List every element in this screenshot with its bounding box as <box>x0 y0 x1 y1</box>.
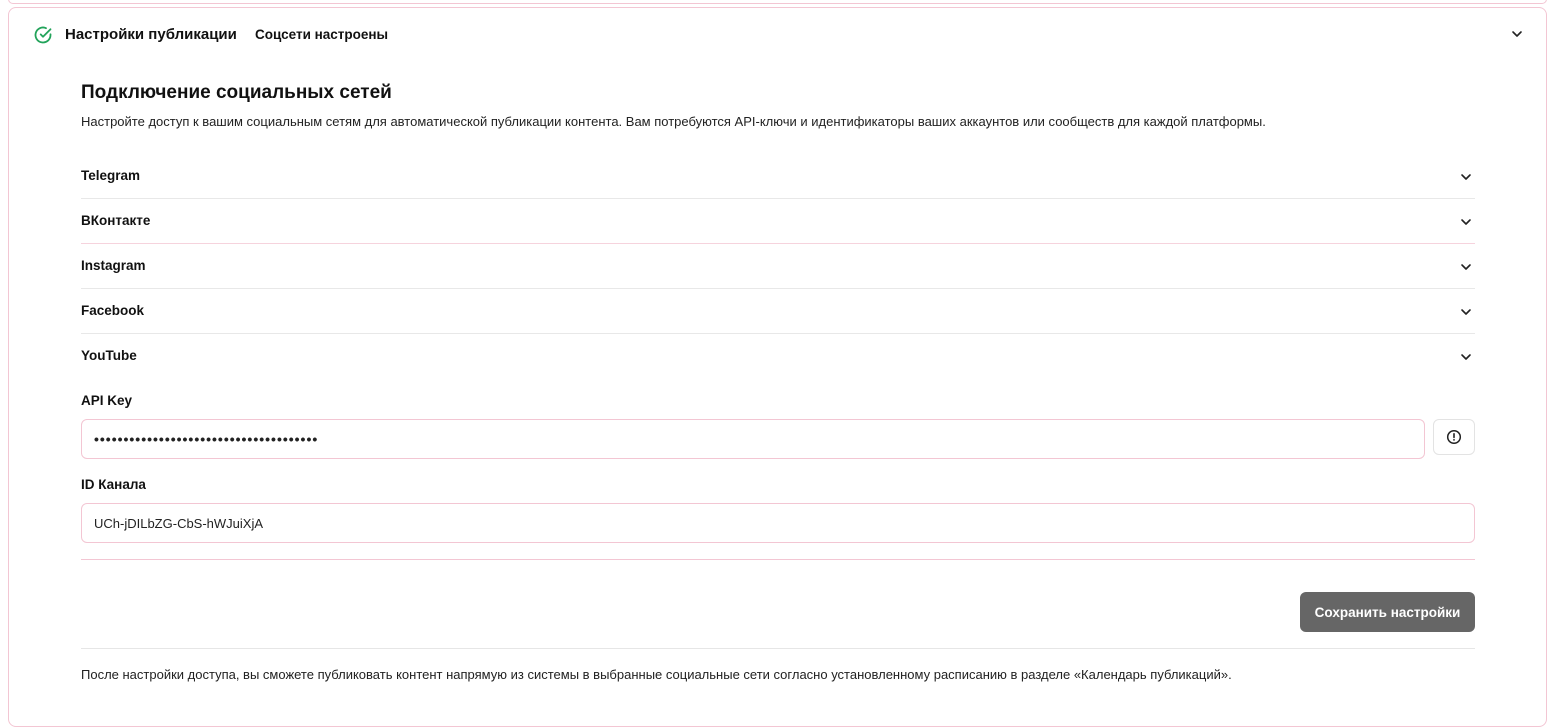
accordion-label: YouTube <box>81 348 137 363</box>
accordion-label: Instagram <box>81 258 146 273</box>
chevron-down-icon[interactable] <box>1510 27 1524 41</box>
save-settings-button[interactable]: Сохранить настройки <box>1300 592 1475 632</box>
publication-settings-card: Настройки публикации Соцсети настроены П… <box>8 7 1547 727</box>
chevron-down-icon <box>1461 174 1471 180</box>
channel-id-label: ID Канала <box>81 477 146 492</box>
section-title: Подключение социальных сетей <box>81 82 392 103</box>
check-circle-icon <box>34 26 52 44</box>
status-text: Соцсети настроены <box>255 27 389 42</box>
api-key-info-button[interactable] <box>1433 419 1475 455</box>
info-circle-icon <box>1446 429 1462 445</box>
chevron-down-icon <box>1461 219 1471 225</box>
previous-card-edge <box>8 0 1547 4</box>
accordion-youtube[interactable]: YouTube <box>81 334 1475 379</box>
accordion-facebook[interactable]: Facebook <box>81 289 1475 334</box>
accordion-label: Telegram <box>81 168 141 183</box>
api-key-input[interactable] <box>81 419 1425 459</box>
chevron-down-icon <box>1461 309 1471 315</box>
chevron-down-icon <box>1461 264 1471 270</box>
chevron-down-icon <box>1461 354 1471 360</box>
accordion-instagram[interactable]: Instagram <box>81 244 1475 289</box>
footer-note: После настройки доступа, вы сможете публ… <box>81 667 1232 682</box>
accordion-label: Facebook <box>81 303 145 318</box>
card-title: Настройки публикации <box>65 26 237 43</box>
channel-id-input[interactable] <box>81 503 1475 543</box>
divider <box>81 648 1475 649</box>
accordion-label: ВКонтакте <box>81 213 151 228</box>
api-key-label: API Key <box>81 393 133 408</box>
section-description: Настройте доступ к вашим социальным сетя… <box>81 114 1266 129</box>
divider <box>81 559 1475 560</box>
card-header[interactable]: Настройки публикации Соцсети настроены <box>9 8 1546 62</box>
accordion-vkontakte[interactable]: ВКонтакте <box>81 199 1475 244</box>
accordion-telegram[interactable]: Telegram <box>81 154 1475 199</box>
